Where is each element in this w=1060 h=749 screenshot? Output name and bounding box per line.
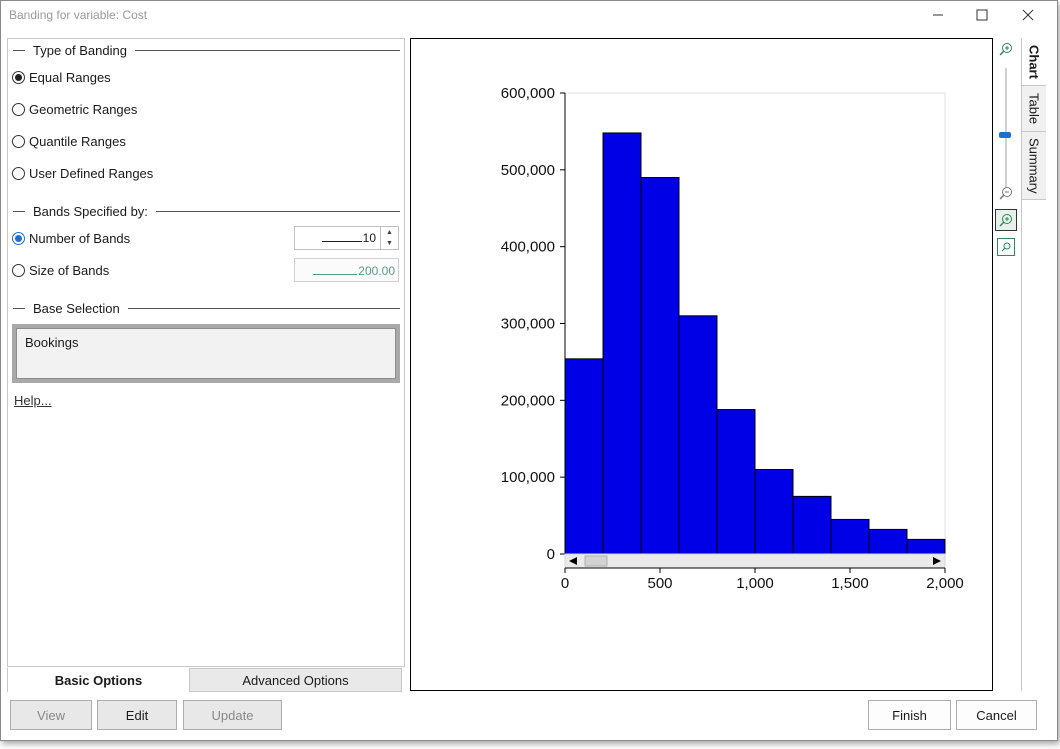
- y-tick-label: 100,000: [501, 469, 555, 486]
- base-selection-label: Base Selection: [33, 300, 120, 316]
- histogram-bar: [564, 358, 604, 555]
- tab-table-label: Table: [1026, 92, 1042, 125]
- x-tick-label: 500: [647, 575, 672, 592]
- y-tick-label: 400,000: [501, 239, 555, 256]
- size-of-bands-value: 200.00: [358, 264, 395, 278]
- spin-down-icon[interactable]: ▼: [381, 238, 398, 249]
- histogram-bar: [716, 409, 756, 555]
- bands-specified-label: Bands Specified by:: [33, 203, 148, 219]
- type-of-banding-header: Type of Banding: [8, 42, 400, 58]
- radio-label: Number of Bands: [29, 230, 131, 246]
- y-tick-label: 0: [547, 546, 555, 563]
- radio-geometric-ranges[interactable]: Geometric Ranges: [12, 100, 137, 118]
- bands-specified-header: Bands Specified by:: [8, 203, 400, 219]
- options-panel: Type of Banding Equal Ranges Geometric R…: [7, 38, 405, 667]
- tab-summary-label: Summary: [1026, 137, 1042, 194]
- chart-scrollbar-thumb[interactable]: [584, 555, 608, 567]
- radio-quantile-ranges[interactable]: Quantile Ranges: [12, 132, 126, 150]
- chart-panel: 0 100,000 200,000 300,000 400,000 500,000 600,…: [410, 38, 993, 691]
- y-tick-label: 200,000: [501, 392, 555, 409]
- y-tick-label: 600,000: [501, 85, 555, 102]
- help-link[interactable]: Help...: [14, 393, 52, 408]
- radio-button[interactable]: [12, 134, 25, 148]
- tab-basic-options[interactable]: Basic Options: [7, 668, 189, 692]
- zoom-slider[interactable]: [997, 68, 1015, 188]
- update-button[interactable]: Update: [183, 700, 282, 730]
- spin-up-icon[interactable]: ▲: [381, 227, 398, 238]
- histogram-bar: [602, 132, 642, 555]
- tab-advanced-options[interactable]: Advanced Options: [189, 668, 402, 692]
- radio-button[interactable]: [12, 102, 25, 116]
- radio-label: User Defined Ranges: [29, 165, 154, 181]
- zoom-slider-thumb[interactable]: [999, 132, 1011, 138]
- tab-summary[interactable]: Summary: [1022, 132, 1046, 200]
- histogram-bar: [678, 315, 718, 555]
- histogram-bar: [792, 495, 832, 555]
- radio-button[interactable]: [12, 263, 25, 277]
- window-title: Banding for variable: Cost: [9, 8, 148, 22]
- histogram-bar: [906, 538, 946, 555]
- y-tick-label: 300,000: [501, 316, 555, 333]
- x-tick-label: 1,000: [736, 575, 774, 592]
- zoom-out-icon[interactable]: [997, 184, 1015, 202]
- title-bar: Banding for variable: Cost: [1, 1, 1057, 31]
- number-of-bands-value-wrap: 10: [321, 231, 376, 245]
- number-of-bands-value: 10: [362, 231, 376, 245]
- spin-buttons: ▲ ▼: [380, 227, 398, 249]
- x-tick-label: 2,000: [926, 575, 964, 592]
- zoom-toolbar: [994, 38, 1021, 691]
- type-of-banding-label: Type of Banding: [33, 42, 127, 58]
- histogram-bar: [754, 468, 794, 555]
- view-tabs: Chart Table Summary: [1021, 38, 1046, 691]
- histogram-chart: 0 100,000 200,000 300,000 400,000 500,000 600,…: [501, 85, 964, 592]
- maximize-button[interactable]: [959, 1, 1005, 29]
- radio-size-of-bands[interactable]: Size of Bands: [12, 261, 109, 279]
- histogram-bar: [830, 518, 870, 555]
- tab-chart-label: Chart: [1026, 44, 1042, 79]
- zoom-slider-track: [1005, 68, 1007, 188]
- base-selection-value: Bookings: [16, 328, 396, 379]
- zoom-in-box-icon[interactable]: [995, 209, 1017, 231]
- radio-button[interactable]: [12, 166, 25, 180]
- maximize-icon: [976, 9, 988, 21]
- y-tick-label: 500,000: [501, 162, 555, 179]
- minimize-button[interactable]: [915, 1, 961, 29]
- finish-button[interactable]: Finish: [868, 700, 951, 730]
- view-button[interactable]: View: [10, 700, 92, 730]
- radio-label: Size of Bands: [29, 262, 110, 278]
- chart-scrollbar: [564, 553, 946, 569]
- edit-button[interactable]: Edit: [97, 700, 177, 730]
- tab-table[interactable]: Table: [1022, 86, 1046, 132]
- radio-label: Geometric Ranges: [29, 101, 138, 117]
- radio-label: Equal Ranges: [29, 69, 111, 85]
- zoom-in-icon[interactable]: [997, 40, 1015, 58]
- banding-dialog: Banding for variable: Cost Type of Bandi…: [0, 0, 1058, 741]
- base-selection-box[interactable]: Bookings: [12, 324, 400, 383]
- radio-button[interactable]: [12, 70, 25, 84]
- radio-equal-ranges[interactable]: Equal Ranges: [12, 68, 111, 86]
- base-selection-header: Base Selection: [8, 300, 400, 316]
- x-tick-label: 1,500: [831, 575, 869, 592]
- close-button[interactable]: [1005, 1, 1051, 29]
- tab-chart[interactable]: Chart: [1022, 38, 1046, 86]
- zoom-fit-icon[interactable]: [997, 238, 1015, 256]
- options-tabs: Basic Options Advanced Options: [7, 668, 403, 692]
- histogram-bar: [868, 528, 908, 555]
- radio-user-defined-ranges[interactable]: User Defined Ranges: [12, 164, 153, 182]
- minimize-icon: [933, 14, 943, 16]
- size-of-bands-input[interactable]: 200.00: [294, 258, 399, 282]
- x-tick-label: 0: [561, 575, 569, 592]
- radio-label: Quantile Ranges: [29, 133, 126, 149]
- number-of-bands-stepper[interactable]: 10 ▲ ▼: [294, 226, 399, 250]
- radio-number-of-bands[interactable]: Number of Bands: [12, 229, 130, 247]
- cancel-button[interactable]: Cancel: [956, 700, 1037, 730]
- size-of-bands-value-wrap: 200.00: [313, 264, 395, 278]
- histogram-bar: [640, 177, 680, 555]
- close-icon: [1022, 9, 1034, 21]
- radio-button[interactable]: [12, 231, 25, 245]
